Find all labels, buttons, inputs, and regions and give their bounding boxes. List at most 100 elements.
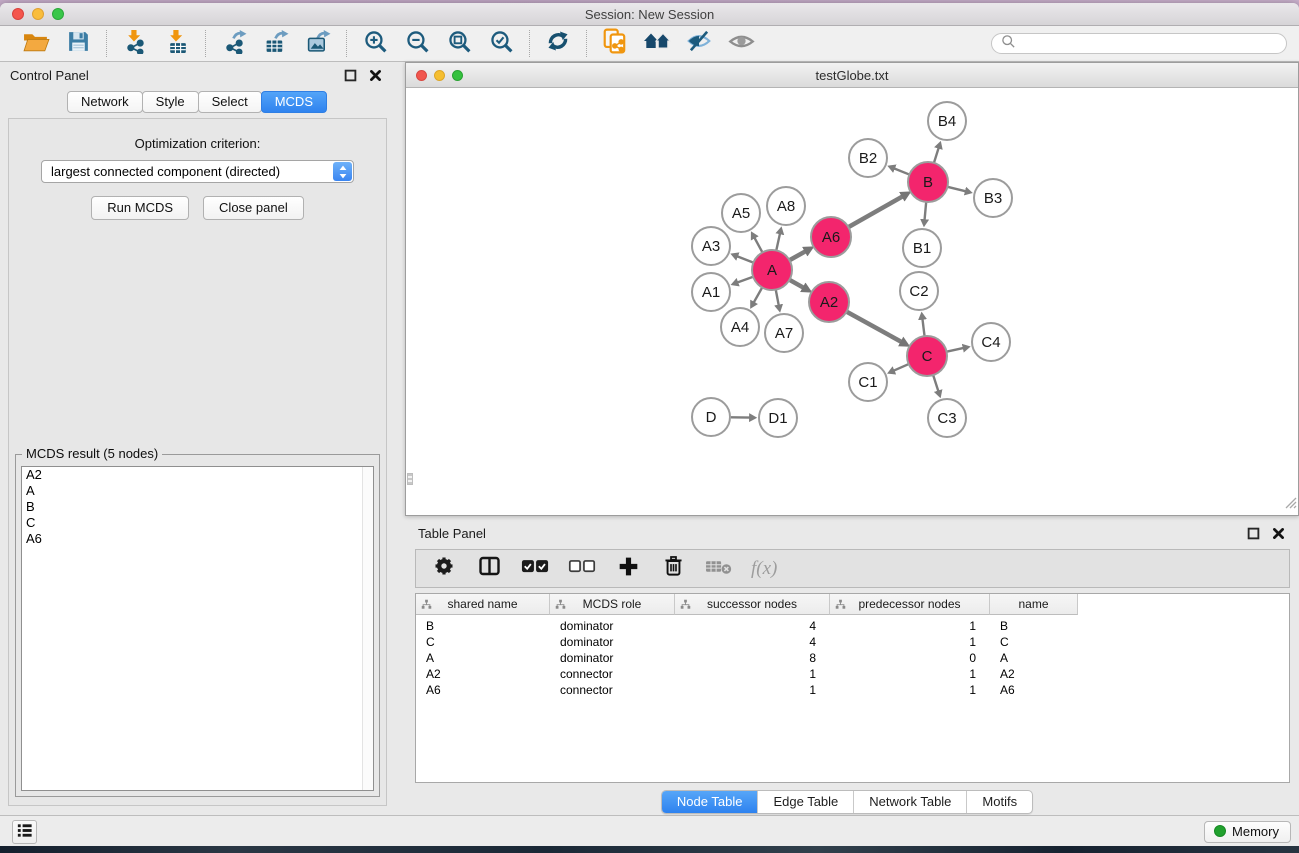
result-item[interactable]: B: [22, 499, 373, 515]
mcds-result-list[interactable]: A2ABCA6: [21, 466, 374, 791]
search-box[interactable]: [991, 33, 1287, 54]
table-cell[interactable]: 1: [830, 683, 990, 697]
duplicate-network-button[interactable]: [600, 30, 630, 58]
export-network-button[interactable]: [219, 30, 249, 58]
table-cell[interactable]: dominator: [550, 651, 675, 665]
edge-A-A1[interactable]: [737, 277, 753, 283]
tab-select[interactable]: Select: [198, 91, 262, 113]
tab-node-table[interactable]: Node Table: [662, 791, 758, 813]
table-cell[interactable]: C: [416, 635, 550, 649]
column-header-MCDS-role[interactable]: MCDS role: [550, 594, 675, 615]
node-A[interactable]: A: [752, 250, 792, 290]
column-header-successor-nodes[interactable]: successor nodes: [675, 594, 830, 615]
network-canvas[interactable]: B4B2BB3A5A8A6A3B1AA1C2A2A4A7C4CC1C3DD1: [406, 89, 1298, 515]
deselect-all-checks-button[interactable]: [568, 555, 596, 583]
close-panel-button[interactable]: Close panel: [203, 196, 304, 220]
node-A6[interactable]: A6: [811, 217, 851, 257]
zoom-in-button[interactable]: [360, 30, 390, 58]
node-D[interactable]: D: [692, 398, 730, 436]
table-row[interactable]: A2connector11A2: [416, 666, 1289, 682]
node-B1[interactable]: B1: [903, 229, 941, 267]
table-cell[interactable]: connector: [550, 683, 675, 697]
edge-C-C4[interactable]: [947, 348, 964, 352]
tab-style[interactable]: Style: [142, 91, 199, 113]
save-session-button[interactable]: [63, 30, 93, 58]
table-cell[interactable]: A2: [990, 667, 1078, 681]
delete-column-button[interactable]: [660, 555, 686, 583]
table-cell[interactable]: connector: [550, 667, 675, 681]
edge-A-A8[interactable]: [776, 233, 780, 250]
table-cell[interactable]: 1: [830, 635, 990, 649]
result-item[interactable]: A2: [22, 467, 373, 483]
hide-selected-button[interactable]: [684, 30, 714, 58]
node-D1[interactable]: D1: [759, 399, 797, 437]
edge-B-B2[interactable]: [894, 168, 909, 174]
node-A1[interactable]: A1: [692, 273, 730, 311]
open-file-button[interactable]: [21, 30, 51, 58]
table-cell[interactable]: 4: [675, 619, 830, 633]
table-cell[interactable]: B: [990, 619, 1078, 633]
edge-B-B3[interactable]: [947, 187, 965, 192]
import-table-button[interactable]: [162, 30, 192, 58]
table-cell[interactable]: A2: [416, 667, 550, 681]
close-table-panel-icon[interactable]: [1271, 526, 1285, 540]
tab-edge-table[interactable]: Edge Table: [757, 791, 853, 813]
tab-network[interactable]: Network: [67, 91, 143, 113]
table-cell[interactable]: A6: [416, 683, 550, 697]
run-mcds-button[interactable]: Run MCDS: [91, 196, 189, 220]
table-cell[interactable]: 1: [675, 683, 830, 697]
table-cell[interactable]: 8: [675, 651, 830, 665]
edge-C-C3[interactable]: [933, 375, 938, 391]
task-history-button[interactable]: [12, 820, 37, 844]
zoom-selected-button[interactable]: [486, 30, 516, 58]
edge-A-A7[interactable]: [776, 290, 779, 306]
select-all-checks-button[interactable]: [521, 555, 549, 583]
edge-A6-B[interactable]: [848, 196, 902, 227]
edge-B-B4[interactable]: [934, 148, 939, 163]
memory-button[interactable]: Memory: [1204, 821, 1291, 843]
splitter-grip[interactable]: [407, 473, 413, 485]
table-row[interactable]: A6connector11A6: [416, 682, 1289, 698]
node-C3[interactable]: C3: [928, 399, 966, 437]
float-panel-icon[interactable]: [343, 68, 357, 82]
edge-A-A2[interactable]: [789, 280, 803, 288]
close-panel-icon[interactable]: [368, 68, 382, 82]
table-cell[interactable]: B: [416, 619, 550, 633]
tab-motifs[interactable]: Motifs: [966, 791, 1032, 813]
table-row[interactable]: Bdominator41B: [416, 618, 1289, 634]
edge-B-B1[interactable]: [925, 202, 927, 220]
export-table-button[interactable]: [261, 30, 291, 58]
table-cell[interactable]: 1: [830, 619, 990, 633]
table-cell[interactable]: 4: [675, 635, 830, 649]
toggle-column-view-button[interactable]: [476, 555, 502, 583]
table-settings-button[interactable]: [431, 555, 457, 583]
node-B4[interactable]: B4: [928, 102, 966, 140]
node-C[interactable]: C: [907, 336, 947, 376]
node-C4[interactable]: C4: [972, 323, 1010, 361]
show-all-button[interactable]: [726, 30, 756, 58]
table-cell[interactable]: C: [990, 635, 1078, 649]
minimize-window-button[interactable]: [32, 8, 44, 20]
tab-mcds[interactable]: MCDS: [261, 91, 327, 113]
export-image-button[interactable]: [303, 30, 333, 58]
node-B[interactable]: B: [908, 162, 948, 202]
table-cell[interactable]: 0: [830, 651, 990, 665]
table-cell[interactable]: A: [990, 651, 1078, 665]
first-neighbors-button[interactable]: [642, 30, 672, 58]
table-cell[interactable]: dominator: [550, 635, 675, 649]
resize-grip-icon[interactable]: [1284, 496, 1297, 514]
close-window-button[interactable]: [12, 8, 24, 20]
edge-C-C2[interactable]: [922, 319, 924, 336]
zoom-window-button[interactable]: [52, 8, 64, 20]
result-item[interactable]: A: [22, 483, 373, 499]
table-cell[interactable]: dominator: [550, 619, 675, 633]
table-row[interactable]: Adominator80A: [416, 650, 1289, 666]
node-C2[interactable]: C2: [900, 272, 938, 310]
result-item[interactable]: A6: [22, 531, 373, 547]
node-A7[interactable]: A7: [765, 314, 803, 352]
column-header-predecessor-nodes[interactable]: predecessor nodes: [830, 594, 990, 615]
edge-A-A3[interactable]: [737, 256, 753, 262]
column-header-name[interactable]: name: [990, 594, 1078, 615]
node-C1[interactable]: C1: [849, 363, 887, 401]
table-cell[interactable]: A: [416, 651, 550, 665]
